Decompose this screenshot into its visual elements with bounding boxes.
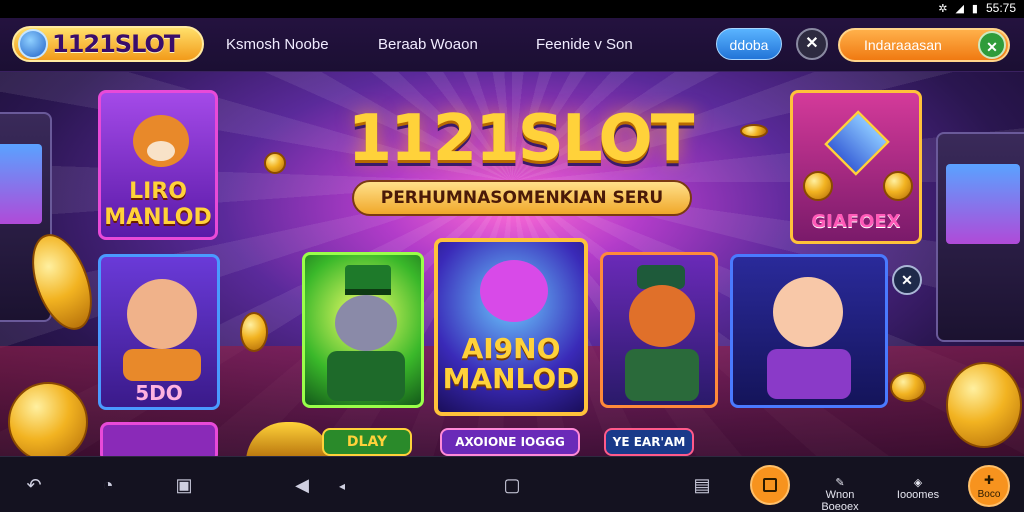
orange-pill-button[interactable]: Indaraaasan ✕ xyxy=(838,28,1010,62)
sync-icon: ✲ xyxy=(938,2,948,15)
chat-icon[interactable]: ◔ xyxy=(96,475,120,496)
status-bar: ✲ ◢ ▮ 55:75 xyxy=(0,0,1024,18)
game-card-leprechaun[interactable] xyxy=(302,252,424,408)
status-icons: ✲ ◢ ▮ 55:75 xyxy=(938,1,1016,15)
coin-icon xyxy=(883,171,913,201)
gift-label: Boco xyxy=(977,489,1001,500)
pen-icon: ✎ xyxy=(835,477,845,489)
window-icon[interactable]: ▣ xyxy=(172,475,196,496)
gift-icon: ✚ xyxy=(983,473,995,487)
hat-icon xyxy=(345,265,391,295)
status-time: 55:75 xyxy=(985,1,1016,15)
game-card-fox[interactable]: LIRO MANLOD xyxy=(98,90,218,240)
hero-title: 1121SLOT xyxy=(347,102,695,176)
top-navigation: 1121SLOT Ksmosh Noobe Beraab Woaon Feeni… xyxy=(0,18,1024,72)
girl-face-icon xyxy=(773,277,843,347)
game-card-girl[interactable] xyxy=(730,254,888,408)
orange-pill-label: Indaraaasan xyxy=(864,37,942,53)
card-label-aigno: AI9NO MANLOD xyxy=(442,332,580,395)
arcade-machine-right xyxy=(936,132,1024,342)
nav-text-2[interactable]: ◈ Iooomes xyxy=(888,477,948,501)
nav-link-3[interactable]: Feenide v Son xyxy=(536,36,633,53)
blue-pill-button[interactable]: ddoba xyxy=(716,28,782,60)
card-label-giafoex: GIAFOEX xyxy=(811,211,901,232)
card-label-axoione: AXOIONE IOGGG xyxy=(455,435,565,449)
nav-text-1[interactable]: ✎ Wnon Boeoex xyxy=(810,477,870,512)
bag-icon[interactable]: ▤ xyxy=(690,475,714,496)
game-card-partial-3[interactable]: AXOIONE IOGGG xyxy=(440,428,580,456)
leprechaun-body xyxy=(327,351,405,401)
wolf-face-icon xyxy=(335,295,397,351)
game-card-gem[interactable]: GIAFOEX xyxy=(790,90,922,244)
fox-snout xyxy=(147,141,175,161)
logo-coin-icon xyxy=(18,29,48,59)
game-card-fox-2[interactable] xyxy=(600,252,718,408)
coin-icon xyxy=(240,312,268,352)
game-card-partial-1[interactable] xyxy=(100,422,218,456)
gift-button[interactable]: ✚ Boco xyxy=(968,465,1010,507)
card-label-dlay: DLAY xyxy=(346,434,388,450)
fox-body xyxy=(625,349,699,401)
coin-icon xyxy=(946,362,1022,448)
card-close-button[interactable]: ✕ xyxy=(892,265,922,295)
coin-icon xyxy=(8,382,88,456)
card-label-yeearam: YE EAR'AM xyxy=(612,435,686,449)
tag-icon: ◈ xyxy=(913,477,923,489)
orange-square-button[interactable] xyxy=(750,465,790,505)
signal-icon: ◢ xyxy=(955,2,964,15)
battery-icon: ▮ xyxy=(971,2,978,15)
back-icon[interactable]: ↶ xyxy=(22,475,46,496)
nav-link-1[interactable]: Ksmosh Noobe xyxy=(226,36,329,53)
gem-icon xyxy=(824,110,890,176)
home-square-icon[interactable]: ▢ xyxy=(500,475,524,496)
main-stage: 1121SLOT PERHUMNASOMENKIAN SERU LIRO MAN… xyxy=(0,72,1024,456)
card-label-5do: 5DO xyxy=(135,381,183,405)
game-card-kid[interactable]: 5DO xyxy=(98,254,220,410)
triangle-left-icon[interactable]: ◀ xyxy=(290,475,314,496)
orange-square-icon xyxy=(763,478,777,492)
game-card-partial-4[interactable]: YE EAR'AM xyxy=(604,428,694,456)
coin-icon xyxy=(740,124,768,138)
close-button[interactable]: ✕ xyxy=(796,28,828,60)
logo[interactable]: 1121SLOT xyxy=(12,26,204,62)
small-triangle-icon[interactable]: ◂ xyxy=(330,479,354,493)
kid-body xyxy=(123,349,201,381)
fox-face-icon xyxy=(629,285,695,347)
coin-icon xyxy=(264,152,286,174)
orange-close-icon[interactable]: ✕ xyxy=(978,31,1006,59)
devil-face-icon xyxy=(480,260,548,322)
girl-body xyxy=(767,349,851,399)
coin-icon xyxy=(803,171,833,201)
bottom-navigation-bar: ↶ ◔ ▣ ◀ ◂ ▢ ▤ ✎ Wnon Boeoex ◈ Iooomes ✚ … xyxy=(0,456,1024,512)
card-label-liro: LIRO MANLOD xyxy=(104,179,212,230)
logo-text: 1121SLOT xyxy=(52,30,180,58)
coin-icon xyxy=(890,372,926,402)
game-card-featured[interactable]: AI9NO MANLOD xyxy=(434,238,588,416)
nav-link-2[interactable]: Beraab Woaon xyxy=(378,36,478,53)
game-card-partial-2[interactable]: DLAY xyxy=(322,428,412,456)
kid-face-icon xyxy=(127,279,197,349)
hero-subtitle: PERHUMNASOMENKIAN SERU xyxy=(352,180,692,216)
